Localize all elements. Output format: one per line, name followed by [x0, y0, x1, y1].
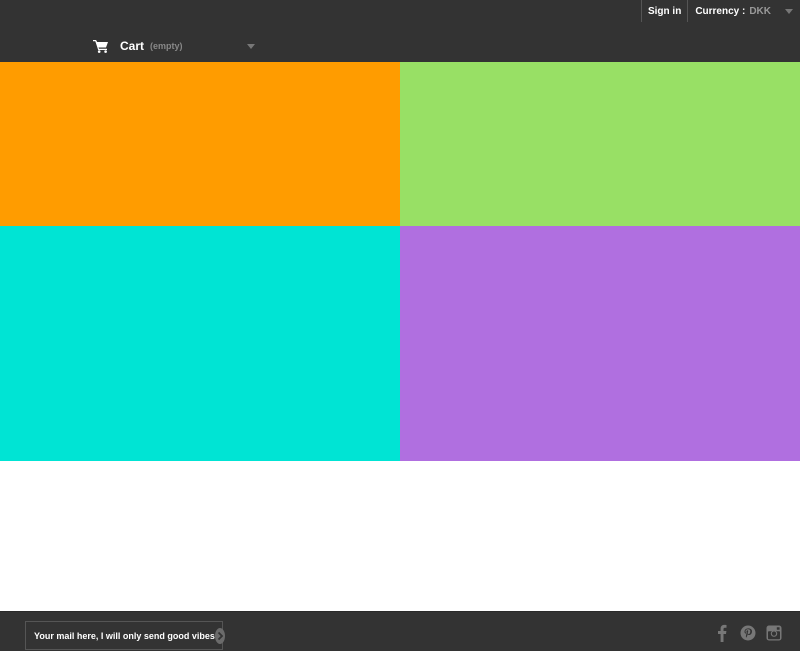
- newsletter-submit-button[interactable]: [214, 627, 225, 644]
- currency-value: DKK: [749, 5, 771, 17]
- instagram-icon[interactable]: [766, 624, 782, 642]
- promo-tile-orange[interactable]: [0, 62, 400, 226]
- currency-selector[interactable]: Currency : DKK: [687, 0, 800, 22]
- pinterest-icon[interactable]: [740, 624, 756, 642]
- cart-button[interactable]: Cart (empty): [93, 37, 258, 55]
- promo-tile-cyan[interactable]: [0, 226, 400, 461]
- social-links: [714, 624, 782, 642]
- currency-label: Currency :: [695, 5, 746, 17]
- cart-icon: [93, 39, 109, 53]
- promo-tile-purple[interactable]: [400, 226, 800, 461]
- site-header: Sign in Currency : DKK Cart (empty): [0, 0, 800, 62]
- promo-tile-green[interactable]: [400, 62, 800, 226]
- cart-status: (empty): [150, 41, 183, 51]
- newsletter-form[interactable]: Your mail here, I will only send good vi…: [25, 621, 225, 650]
- top-nav: Sign in Currency : DKK: [640, 0, 800, 22]
- site-footer: Your mail here, I will only send good vi…: [0, 611, 800, 651]
- newsletter-input[interactable]: Your mail here, I will only send good vi…: [34, 631, 215, 641]
- chevron-down-icon: [247, 44, 255, 49]
- sign-in-label: Sign in: [647, 5, 682, 17]
- sign-in-link[interactable]: Sign in: [640, 0, 687, 22]
- chevron-right-icon: [217, 631, 224, 640]
- facebook-icon[interactable]: [714, 624, 730, 642]
- chevron-down-icon: [785, 8, 793, 14]
- cart-label: Cart: [120, 39, 145, 53]
